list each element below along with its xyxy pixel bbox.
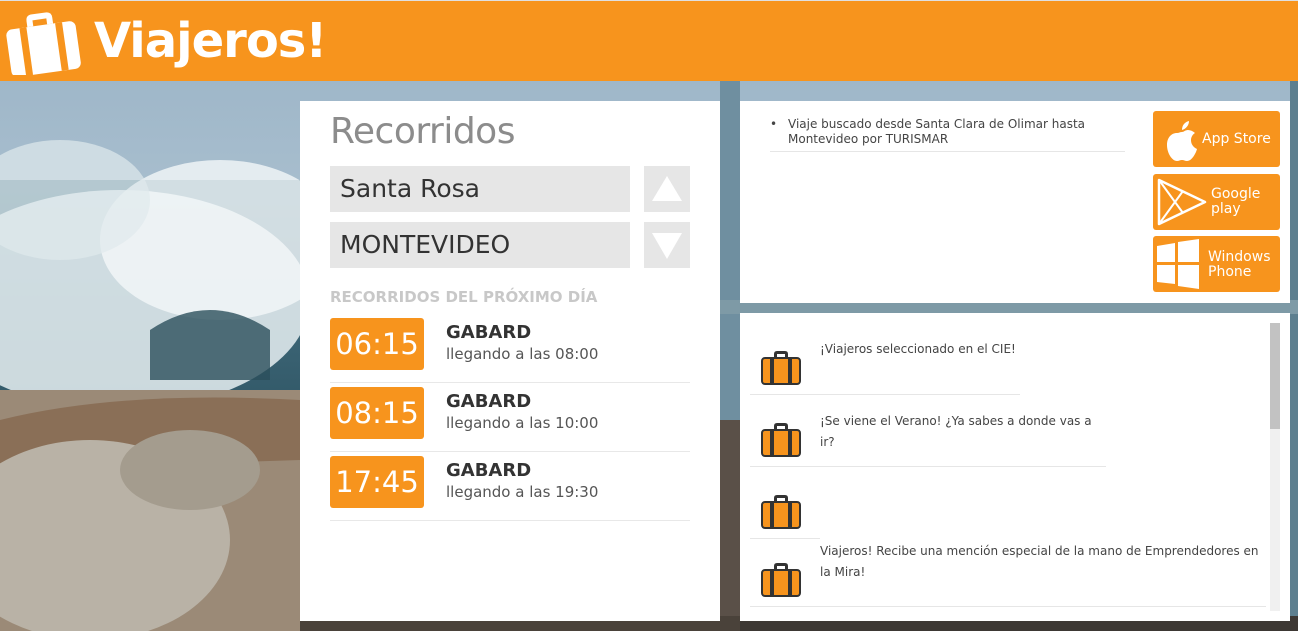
news-item[interactable]: [750, 467, 820, 539]
windows-label-1: Windows: [1208, 249, 1271, 265]
search-list-item[interactable]: • Viaje buscado desde Santa Clara de Oli…: [770, 117, 1125, 152]
trip-row[interactable]: 17:45 GABARD llegando a las 19:30: [330, 452, 690, 521]
swap-down-button[interactable]: [644, 222, 690, 268]
news-item[interactable]: ¡Se viene el Verano! ¿Ya sabes a donde v…: [750, 395, 1106, 467]
news-panel: ¡Viajeros seleccionado en el CIE! ¡Se vi…: [740, 313, 1290, 621]
suitcase-icon: [761, 423, 801, 457]
news-text: Viajeros! Recibe una mención especial de…: [820, 544, 1259, 579]
trip-list: 06:15 GABARD llegando a las 08:00 08:15 …: [330, 314, 690, 521]
logo[interactable]: Viajeros!: [4, 9, 327, 75]
app-store-label: App Store: [1202, 131, 1271, 147]
news-text: ¡Se viene el Verano! ¿Ya sabes a donde v…: [820, 414, 1092, 449]
origin-field[interactable]: Santa Rosa: [330, 166, 630, 212]
news-item[interactable]: Viajeros! Recibe una mención especial de…: [750, 535, 1266, 607]
triangle-down-icon: [652, 233, 682, 259]
company-name: GABARD: [446, 460, 532, 481]
company-name: GABARD: [446, 322, 532, 343]
departure-time: 08:15: [330, 387, 424, 439]
arrival-time: llegando a las 19:30: [446, 483, 599, 501]
triangle-up-icon: [652, 176, 682, 201]
routes-panel: Recorridos Santa Rosa MONTEVIDEO RECORRI…: [300, 101, 720, 621]
routes-title: Recorridos: [330, 111, 515, 152]
destination-field[interactable]: MONTEVIDEO: [330, 222, 630, 268]
scrollbar-thumb[interactable]: [1270, 323, 1280, 429]
trip-row[interactable]: 06:15 GABARD llegando a las 08:00: [330, 314, 690, 383]
news-scrollbar[interactable]: [1270, 323, 1280, 611]
news-item[interactable]: ¡Viajeros seleccionado en el CIE!: [750, 323, 1020, 395]
next-day-label: RECORRIDOS DEL PRÓXIMO DÍA: [330, 288, 598, 306]
news-text: ¡Viajeros seleccionado en el CIE!: [820, 342, 1016, 356]
suitcase-icon: [761, 495, 801, 529]
suitcase-logo-icon: [6, 12, 81, 75]
google-play-label-1: Google: [1211, 186, 1261, 202]
swap-up-button[interactable]: [644, 166, 690, 212]
company-name: GABARD: [446, 391, 532, 412]
arrival-time: llegando a las 08:00: [446, 345, 599, 363]
site-header: Viajeros!: [0, 0, 1298, 81]
arrival-time: llegando a las 10:00: [446, 414, 599, 432]
suitcase-icon: [761, 351, 801, 385]
app-store-button[interactable]: App Store: [1153, 111, 1280, 167]
trip-row[interactable]: 08:15 GABARD llegando a las 10:00: [330, 383, 690, 452]
google-play-button[interactable]: Google play: [1153, 174, 1280, 230]
google-play-label-2: play: [1211, 201, 1241, 217]
brand-name: Viajeros!: [94, 13, 327, 69]
bullet-icon: •: [770, 117, 778, 131]
departure-time: 17:45: [330, 456, 424, 508]
departure-time: 06:15: [330, 318, 424, 370]
windows-label-2: Phone: [1208, 264, 1252, 280]
windows-phone-button[interactable]: Windows Phone: [1153, 236, 1280, 292]
suitcase-icon: [761, 563, 801, 597]
search-text: Viaje buscado desde Santa Clara de Olima…: [788, 117, 1086, 146]
searches-panel: • Viaje buscado desde Santa Clara de Oli…: [740, 101, 1290, 303]
